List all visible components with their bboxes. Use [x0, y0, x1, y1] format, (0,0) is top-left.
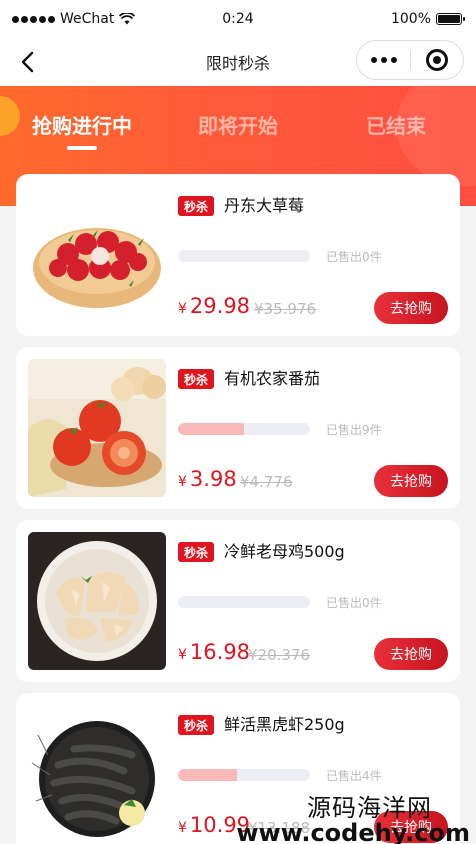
chevron-left-icon — [21, 51, 34, 73]
shrimp-image — [28, 705, 166, 843]
wifi-icon — [119, 13, 136, 25]
battery-icon — [436, 13, 465, 25]
active-tab-indicator — [67, 146, 97, 150]
flash-sale-badge: 秒杀 — [178, 369, 215, 389]
product-image[interactable] — [28, 705, 166, 843]
original-price: ¥13.188 — [248, 819, 311, 837]
product-card[interactable]: 秒杀 鲜活黑虎虾250g 已售出4件 ¥10.99 ¥13.188 去抢购 — [16, 693, 460, 844]
chicken-image — [28, 532, 166, 670]
sold-count: 已售出9件 — [326, 423, 382, 437]
product-card[interactable]: 秒杀 有机农家番茄 已售出9件 ¥3.98 ¥4.776 去抢购 — [16, 347, 460, 509]
miniprogram-capsule — [356, 40, 464, 80]
sold-count: 已售出4件 — [326, 769, 382, 783]
sales-progress-bar — [178, 769, 310, 781]
signal-dots-icon — [12, 15, 55, 23]
sales-progress-bar — [178, 250, 310, 262]
price-value: 3.98 — [189, 467, 237, 491]
tab-ended[interactable]: 已结束 — [366, 110, 426, 139]
target-icon — [425, 49, 448, 71]
product-image[interactable] — [28, 359, 166, 497]
buy-now-button[interactable]: 去抢购 — [374, 811, 448, 843]
product-image[interactable] — [28, 532, 166, 670]
price-value: 16.98 — [189, 640, 251, 664]
product-card[interactable]: 秒杀 冷鲜老母鸡500g 已售出0件 ¥16.98 ¥20.376 去抢购 — [16, 520, 460, 682]
sale-price: ¥29.98 — [178, 294, 250, 318]
strawberry-image — [28, 186, 166, 324]
original-price: ¥35.976 — [254, 300, 317, 318]
sales-progress-fill — [178, 423, 244, 435]
nav-bar: 限时秒杀 — [0, 38, 476, 86]
currency-symbol: ¥ — [178, 647, 187, 663]
currency-symbol: ¥ — [178, 820, 187, 836]
sales-progress-bar — [178, 596, 310, 608]
buy-now-button[interactable]: 去抢购 — [374, 638, 448, 670]
product-name: 冷鲜老母鸡500g — [224, 542, 345, 561]
more-menu-button[interactable] — [357, 57, 410, 63]
original-price: ¥20.376 — [248, 646, 311, 664]
buy-now-button[interactable]: 去抢购 — [374, 465, 448, 497]
flash-sale-badge: 秒杀 — [178, 542, 215, 562]
tab-in-progress[interactable]: 抢购进行中 — [32, 110, 132, 139]
price-value: 10.99 — [189, 813, 251, 837]
page-title: 限时秒杀 — [205, 54, 270, 73]
tab-upcoming[interactable]: 即将开始 — [198, 110, 278, 139]
product-card[interactable]: 秒杀 丹东大草莓 已售出0件 ¥29.98 ¥35.976 去抢购 — [16, 174, 460, 336]
carrier-label: WeChat — [60, 11, 115, 27]
tab-bar: 抢购进行中 即将开始 已结束 — [0, 86, 476, 166]
product-name: 鲜活黑虎虾250g — [224, 715, 345, 734]
status-bar: WeChat 0:24 100% — [0, 0, 476, 38]
product-image[interactable] — [28, 186, 166, 324]
battery-group: 100% — [390, 11, 465, 27]
buy-now-button[interactable]: 去抢购 — [374, 292, 448, 324]
price-value: 29.98 — [189, 294, 251, 318]
product-name: 有机农家番茄 — [224, 369, 321, 388]
sales-progress-bar — [178, 423, 310, 435]
flash-sale-badge: 秒杀 — [178, 196, 215, 216]
sold-count: 已售出0件 — [326, 596, 382, 610]
flash-sale-badge: 秒杀 — [178, 715, 215, 735]
original-price: ¥4.776 — [240, 473, 293, 491]
product-name: 丹东大草莓 — [224, 196, 305, 215]
tomato-image — [28, 359, 166, 497]
sales-progress-fill — [178, 769, 238, 781]
battery-percent: 100% — [390, 11, 431, 27]
currency-symbol: ¥ — [178, 301, 187, 317]
sale-price: ¥3.98 — [178, 467, 237, 491]
close-miniprogram-button[interactable] — [411, 49, 463, 71]
sold-count: 已售出0件 — [326, 250, 382, 264]
currency-symbol: ¥ — [178, 474, 187, 490]
carrier-group: WeChat — [12, 11, 136, 27]
sale-price: ¥10.99 — [178, 813, 250, 837]
sale-price: ¥16.98 — [178, 640, 250, 664]
back-button[interactable] — [12, 47, 42, 77]
